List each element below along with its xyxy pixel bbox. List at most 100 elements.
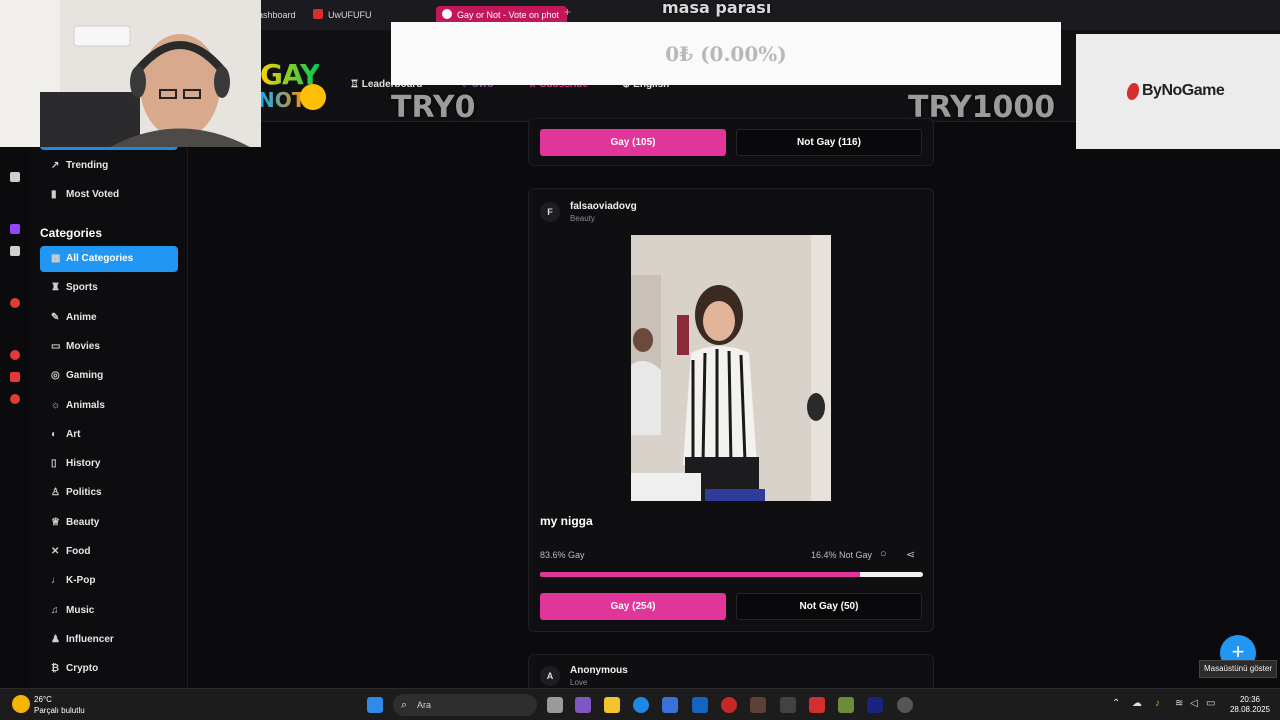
thinking-emoji-icon bbox=[300, 84, 326, 110]
vote-progress-bar bbox=[540, 572, 923, 577]
notepad-icon[interactable] bbox=[838, 697, 854, 713]
sidebar-item-crypto[interactable]: ₿ Crypto bbox=[40, 656, 178, 682]
categories-heading: Categories bbox=[40, 226, 103, 240]
l-app-icon[interactable] bbox=[692, 697, 708, 713]
sidebar-item-art[interactable]: ◐ Art bbox=[40, 422, 178, 448]
weather-temp: 26°C bbox=[34, 695, 52, 704]
weather-icon[interactable] bbox=[12, 695, 30, 713]
chart-icon: ▮ bbox=[51, 189, 57, 200]
donation-goal-panel: 0₺ (0.00%) bbox=[391, 22, 1061, 85]
sidebar-item-politics[interactable]: ♙ Politics bbox=[40, 480, 178, 506]
tab-dashboard[interactable]: ashboard bbox=[258, 6, 296, 24]
clock-icon[interactable] bbox=[10, 350, 20, 360]
chevron-up-icon[interactable]: ⌃ bbox=[1112, 698, 1120, 709]
site-favicon-icon bbox=[442, 9, 452, 19]
sponsor-banner: ByNoGame bbox=[1076, 34, 1280, 149]
search-icon: ⌕ bbox=[401, 699, 408, 711]
sidebar-item-anime[interactable]: ✎ Anime bbox=[40, 305, 178, 331]
share-icon[interactable]: ⋖ bbox=[906, 548, 915, 561]
store-icon[interactable] bbox=[662, 697, 678, 713]
sports-icon: ♜ bbox=[51, 282, 60, 293]
icon-rail bbox=[0, 148, 30, 688]
record-icon[interactable] bbox=[10, 298, 20, 308]
not-gay-percentage: 16.4% Not Gay bbox=[811, 550, 873, 560]
influencer-icon: ♟ bbox=[51, 634, 60, 645]
sidebar-item-all-categories[interactable]: ▦ All Categories bbox=[40, 246, 178, 272]
show-desktop-tooltip: Masaüstünü göster bbox=[1199, 660, 1277, 678]
taskbar-clock[interactable]: 20:36 28.08.2025 bbox=[1222, 695, 1278, 715]
site-logo-sub: NOT bbox=[258, 88, 306, 112]
clock-date: 28.08.2025 bbox=[1229, 705, 1271, 714]
red-app-icon[interactable] bbox=[809, 697, 825, 713]
twitch-icon[interactable] bbox=[10, 224, 20, 234]
opera-icon[interactable] bbox=[721, 697, 737, 713]
new-tab-button[interactable]: + bbox=[564, 5, 571, 19]
donation-goal-max: TRY1000 bbox=[908, 90, 1056, 125]
history-icon: ▯ bbox=[51, 458, 57, 469]
donation-goal-min: TRY0 bbox=[391, 90, 476, 125]
tab-uwufufu[interactable]: UwUFUFU bbox=[313, 6, 372, 24]
person-photo-illustration bbox=[631, 235, 831, 501]
obs-icon[interactable] bbox=[897, 697, 913, 713]
settings-icon[interactable] bbox=[10, 394, 20, 404]
discord-icon[interactable] bbox=[10, 372, 20, 382]
copilot-icon[interactable] bbox=[575, 697, 591, 713]
food-icon: ✕ bbox=[51, 546, 60, 557]
app-icon[interactable] bbox=[10, 172, 20, 182]
avatar[interactable]: F bbox=[540, 202, 560, 222]
riot-icon[interactable] bbox=[750, 697, 766, 713]
comment-icon[interactable]: ○ bbox=[880, 548, 887, 560]
crypto-icon: ₿ bbox=[51, 663, 60, 674]
sidebar-item-beauty[interactable]: ♕ Beauty bbox=[40, 510, 178, 536]
post-username[interactable]: falsaoviadovg bbox=[570, 201, 637, 212]
sidebar-item-gaming[interactable]: ◎ Gaming bbox=[40, 363, 178, 389]
x-icon[interactable] bbox=[10, 246, 20, 256]
sidebar-item-trending[interactable]: ↗ Trending bbox=[40, 153, 178, 179]
vote-not-gay-button[interactable]: Not Gay (50) bbox=[736, 593, 922, 620]
sidebar-item-most-voted[interactable]: ▮ Most Voted bbox=[40, 182, 178, 208]
sidebar-item-influencer[interactable]: ♟ Influencer bbox=[40, 627, 178, 653]
post-card: F falsaoviadovg Beauty my nigga 83.6% Ga… bbox=[528, 188, 934, 632]
battery-icon[interactable]: ▭ bbox=[1206, 698, 1215, 709]
microphone-icon[interactable]: ♪ bbox=[1155, 698, 1160, 709]
epic-games-icon[interactable] bbox=[780, 697, 796, 713]
wifi-icon[interactable]: ≋ bbox=[1175, 698, 1183, 709]
all-categories-icon: ▦ bbox=[51, 253, 61, 264]
clock-time: 20:36 bbox=[1239, 695, 1261, 704]
volume-icon[interactable]: ◁ bbox=[1190, 698, 1198, 709]
vote-not-gay-button[interactable]: Not Gay (116) bbox=[736, 129, 922, 156]
task-view-icon[interactable] bbox=[547, 697, 563, 713]
post-photo[interactable] bbox=[631, 235, 831, 501]
start-icon[interactable] bbox=[367, 697, 383, 713]
weather-desc: Parçalı bulutlu bbox=[34, 706, 85, 715]
sidebar-item-history[interactable]: ▯ History bbox=[40, 451, 178, 477]
gaming-icon: ◎ bbox=[51, 370, 60, 381]
sponsor-name: ByNoGame bbox=[1142, 82, 1225, 99]
vote-gay-button[interactable]: Gay (254) bbox=[540, 593, 726, 620]
vote-gay-button[interactable]: Gay (105) bbox=[540, 129, 726, 156]
politics-icon: ♙ bbox=[51, 487, 60, 498]
sidebar: ↗ Trending ▮ Most Voted Categories ▦ All Ca… bbox=[30, 122, 188, 688]
sidebar-item-animals[interactable]: ☼ Animals bbox=[40, 393, 178, 419]
post-caption: my nigga bbox=[540, 514, 593, 528]
cloud-icon[interactable]: ☁ bbox=[1132, 698, 1142, 709]
post-category[interactable]: Love bbox=[570, 678, 587, 687]
post-username[interactable]: Anonymous bbox=[570, 665, 628, 676]
post-card-previous: Gay (105) Not Gay (116) bbox=[528, 118, 934, 166]
edge-icon[interactable] bbox=[633, 697, 649, 713]
sidebar-item-food[interactable]: ✕ Food bbox=[40, 539, 178, 565]
sidebar-item-sports[interactable]: ♜ Sports bbox=[40, 275, 178, 301]
steam-icon[interactable] bbox=[867, 697, 883, 713]
gay-percentage: 83.6% Gay bbox=[540, 550, 585, 560]
taskbar-search[interactable]: ⌕ Ara bbox=[393, 694, 537, 716]
post-category[interactable]: Beauty bbox=[570, 214, 595, 223]
sidebar-item-movies[interactable]: ▭ Movies bbox=[40, 334, 178, 360]
sidebar-item-k-pop[interactable]: ♩ K-Pop bbox=[40, 568, 178, 594]
file-explorer-icon[interactable] bbox=[604, 697, 620, 713]
bynogame-logo-icon bbox=[1124, 83, 1142, 100]
sidebar-item-music[interactable]: ♫ Music bbox=[40, 598, 178, 624]
uwufufu-favicon-icon bbox=[313, 9, 323, 19]
webcam-feed-illustration bbox=[0, 0, 261, 147]
trending-icon: ↗ bbox=[51, 160, 60, 171]
avatar[interactable]: A bbox=[540, 666, 560, 686]
